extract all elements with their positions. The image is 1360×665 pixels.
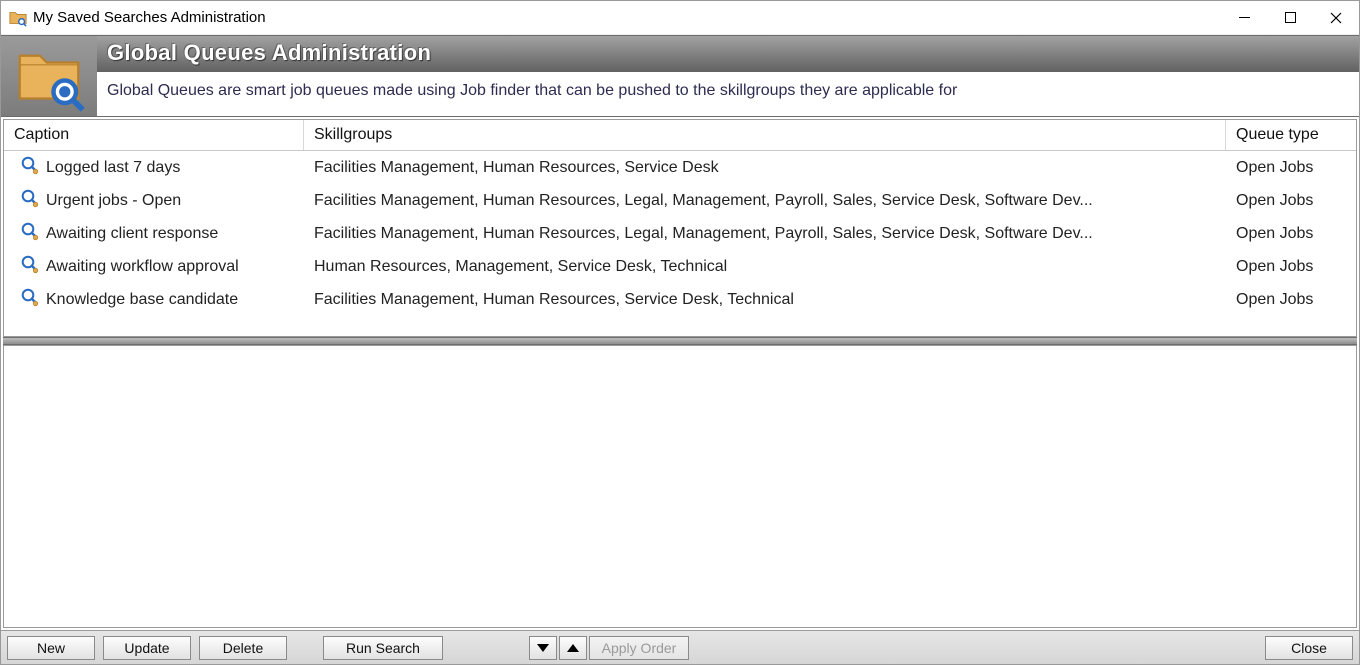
move-up-button[interactable] bbox=[559, 636, 587, 660]
search-icon bbox=[20, 287, 40, 312]
banner-subtitle: Global Queues are smart job queues made … bbox=[97, 72, 1359, 116]
triangle-down-icon bbox=[537, 640, 549, 656]
cell-caption: Awaiting client response bbox=[4, 219, 304, 248]
cell-skillgroups: Human Resources, Management, Service Des… bbox=[304, 256, 1226, 278]
cell-queue-type: Open Jobs bbox=[1226, 256, 1356, 278]
caption-text: Knowledge base candidate bbox=[46, 291, 238, 309]
caption-text: Awaiting client response bbox=[46, 225, 218, 243]
caption-text: Logged last 7 days bbox=[46, 159, 180, 177]
table-row[interactable]: Urgent jobs - Open Facilities Management,… bbox=[4, 184, 1356, 217]
maximize-button[interactable] bbox=[1267, 1, 1313, 34]
table-row[interactable]: Knowledge base candidate Facilities Manag… bbox=[4, 283, 1356, 316]
search-icon bbox=[20, 221, 40, 246]
apply-order-button[interactable]: Apply Order bbox=[589, 636, 689, 660]
folder-search-icon bbox=[9, 9, 27, 27]
caption-text: Urgent jobs - Open bbox=[46, 192, 181, 210]
column-header-caption[interactable]: Caption bbox=[4, 120, 304, 150]
cell-queue-type: Open Jobs bbox=[1226, 190, 1356, 212]
cell-skillgroups: Facilities Management, Human Resources, … bbox=[304, 223, 1226, 245]
column-header-skillgroups[interactable]: Skillgroups bbox=[304, 120, 1226, 150]
close-window-button[interactable] bbox=[1313, 1, 1359, 34]
cell-caption: Urgent jobs - Open bbox=[4, 186, 304, 215]
content-area: Caption Skillgroups Queue type Logged la… bbox=[1, 117, 1359, 630]
banner-folder-search-icon bbox=[1, 36, 97, 116]
window-controls bbox=[1221, 1, 1359, 34]
window-title: My Saved Searches Administration bbox=[33, 9, 1221, 26]
move-down-button[interactable] bbox=[529, 636, 557, 660]
delete-button[interactable]: Delete bbox=[199, 636, 287, 660]
banner-heading: Global Queues Administration bbox=[97, 36, 1359, 72]
titlebar: My Saved Searches Administration bbox=[1, 1, 1359, 35]
close-button[interactable]: Close bbox=[1265, 636, 1353, 660]
grid-body: Logged last 7 days Facilities Management,… bbox=[4, 151, 1356, 336]
run-search-button[interactable]: Run Search bbox=[323, 636, 443, 660]
table-row[interactable]: Awaiting client response Facilities Manag… bbox=[4, 217, 1356, 250]
search-icon bbox=[20, 188, 40, 213]
banner: Global Queues Administration Global Queu… bbox=[1, 35, 1359, 117]
detail-pane bbox=[3, 345, 1357, 628]
grid-header: Caption Skillgroups Queue type bbox=[4, 120, 1356, 151]
cell-caption: Logged last 7 days bbox=[4, 153, 304, 182]
caption-text: Awaiting workflow approval bbox=[46, 258, 239, 276]
new-button[interactable]: New bbox=[7, 636, 95, 660]
cell-caption: Awaiting workflow approval bbox=[4, 252, 304, 281]
table-row[interactable]: Logged last 7 days Facilities Management,… bbox=[4, 151, 1356, 184]
cell-queue-type: Open Jobs bbox=[1226, 289, 1356, 311]
update-button[interactable]: Update bbox=[103, 636, 191, 660]
cell-skillgroups: Facilities Management, Human Resources, … bbox=[304, 157, 1226, 179]
search-icon bbox=[20, 155, 40, 180]
queue-grid: Caption Skillgroups Queue type Logged la… bbox=[3, 119, 1357, 337]
triangle-up-icon bbox=[567, 640, 579, 656]
search-icon bbox=[20, 254, 40, 279]
footer-toolbar: New Update Delete Run Search Apply Order… bbox=[1, 630, 1359, 664]
splitter-handle[interactable] bbox=[3, 337, 1357, 345]
cell-caption: Knowledge base candidate bbox=[4, 285, 304, 314]
cell-queue-type: Open Jobs bbox=[1226, 223, 1356, 245]
cell-skillgroups: Facilities Management, Human Resources, … bbox=[304, 190, 1226, 212]
cell-skillgroups: Facilities Management, Human Resources, … bbox=[304, 289, 1226, 311]
table-row[interactable]: Awaiting workflow approval Human Resource… bbox=[4, 250, 1356, 283]
cell-queue-type: Open Jobs bbox=[1226, 157, 1356, 179]
minimize-button[interactable] bbox=[1221, 1, 1267, 34]
column-header-queue-type[interactable]: Queue type bbox=[1226, 120, 1356, 150]
